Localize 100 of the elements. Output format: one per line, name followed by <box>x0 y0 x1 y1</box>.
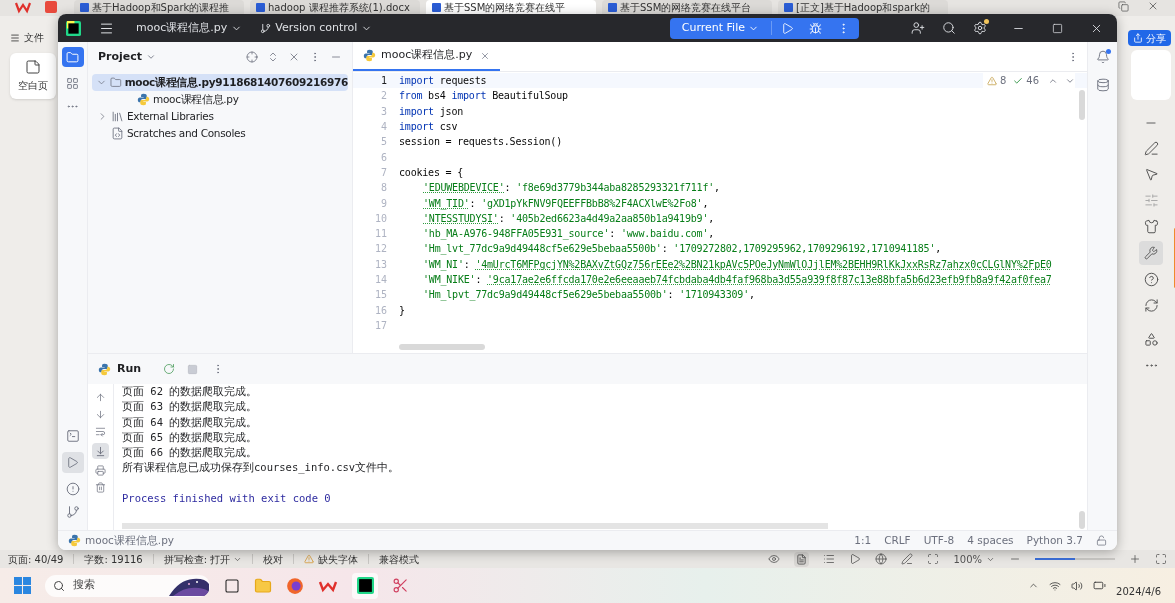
scrollbar[interactable] <box>122 523 828 529</box>
volume-icon[interactable] <box>1071 579 1084 592</box>
soft-wrap-icon[interactable] <box>95 426 106 437</box>
python-icon <box>98 362 111 376</box>
version-control-menu[interactable]: Version control <box>260 19 373 37</box>
share-button[interactable]: 分享 <box>1127 30 1171 46</box>
editor-tab[interactable]: mooc课程信息.py <box>353 42 501 71</box>
git-icon[interactable] <box>65 505 80 519</box>
globe-icon[interactable] <box>875 553 888 565</box>
notifications-icon[interactable] <box>1095 50 1110 64</box>
add-user-icon[interactable] <box>911 21 925 35</box>
debug-icon[interactable] <box>809 21 822 35</box>
task-view-icon[interactable] <box>224 577 240 594</box>
fullscreen-icon[interactable] <box>1155 553 1167 565</box>
sync-icon[interactable] <box>1143 298 1159 313</box>
run-tool-button[interactable] <box>61 452 84 473</box>
pen-icon[interactable] <box>1143 141 1159 156</box>
expand-all-icon[interactable] <box>267 51 279 63</box>
project-switcher[interactable]: mooc课程信息.py <box>136 19 243 37</box>
structure-icon[interactable] <box>66 77 79 90</box>
word-doc-icon <box>608 2 617 12</box>
line-number: 13 <box>373 257 388 272</box>
snipping-tool-icon[interactable] <box>392 577 409 594</box>
run-icon[interactable] <box>781 21 794 35</box>
breadcrumb[interactable]: mooc课程信息.py <box>85 532 175 549</box>
problems-icon[interactable] <box>65 482 80 496</box>
tree-item[interactable]: mooc课程信息.py9118681407609216976 <box>92 74 348 91</box>
status-item[interactable]: CRLF <box>884 532 911 549</box>
line-number: 11 <box>373 227 388 242</box>
document-tab[interactable]: [正文]基于Hadoop和spark的 <box>778 0 948 14</box>
windows-start-icon[interactable] <box>14 577 31 594</box>
scrollbar[interactable] <box>1079 511 1085 529</box>
tree-item[interactable]: Scratches and Consoles <box>92 125 348 142</box>
ide-logo-icon[interactable] <box>66 20 81 36</box>
collapse-all-icon[interactable] <box>288 51 300 63</box>
status-item[interactable]: UTF-8 <box>923 532 955 549</box>
document-tab[interactable]: 基于SSM的网络竞赛在线平 <box>426 0 596 14</box>
run-tab[interactable]: Run <box>117 360 142 378</box>
blank-page-button[interactable]: 空白页 <box>10 53 56 99</box>
status-item[interactable]: 4 spaces <box>967 532 1014 549</box>
status-text[interactable]: 拼写检查: 打开 <box>163 551 231 567</box>
tools-button[interactable] <box>1139 241 1163 265</box>
word-doc-icon <box>784 2 793 12</box>
scrollbar[interactable] <box>1079 90 1085 120</box>
sliders-icon[interactable] <box>1143 193 1159 208</box>
file-explorer-icon[interactable] <box>254 576 272 595</box>
pdf-icon[interactable] <box>44 0 58 14</box>
status-item[interactable]: 1:1 <box>854 532 872 549</box>
page-view-button[interactable] <box>794 551 810 567</box>
rerun-icon[interactable] <box>163 363 176 375</box>
line-number: 14 <box>373 273 388 287</box>
scrollbar[interactable] <box>399 344 485 350</box>
down-icon[interactable] <box>95 409 106 420</box>
tray-date[interactable]: 2024/4/6 <box>1116 572 1161 599</box>
pen-icon[interactable] <box>901 553 914 565</box>
document-tab[interactable]: 基于Hadoop和Spark的课程推 <box>74 0 244 14</box>
database-icon[interactable] <box>1095 78 1110 92</box>
document-tab[interactable]: 基于SSM的网络竞赛在线平台 <box>602 0 772 14</box>
status-item[interactable]: Python 3.7 <box>1026 532 1083 549</box>
wifi-icon[interactable] <box>1049 579 1062 592</box>
battery-icon[interactable] <box>1093 579 1107 592</box>
search-field[interactable]: 搜索 <box>45 574 210 597</box>
restore-icon[interactable] <box>1118 0 1129 12</box>
menu-icon[interactable] <box>99 20 114 36</box>
chevron-icon <box>146 52 157 62</box>
tree-item[interactable]: mooc课程信息.py <box>92 91 348 108</box>
lock-icon[interactable] <box>1096 535 1107 546</box>
locate-icon[interactable] <box>246 51 258 63</box>
outline-icon[interactable] <box>823 553 836 565</box>
taskbar-button[interactable] <box>352 572 378 599</box>
maximize-icon[interactable] <box>1052 22 1063 34</box>
terminal-icon[interactable] <box>65 429 80 443</box>
line-number: 2 <box>379 89 388 104</box>
status-text: 缺失字体 <box>318 552 359 567</box>
tool-window-title[interactable]: Project <box>98 48 157 66</box>
document-tab[interactable]: hadoop 课程推荐系统(1).docx <box>250 0 420 14</box>
print-icon[interactable] <box>95 465 106 476</box>
play-icon[interactable] <box>849 553 862 565</box>
zoom-in-icon[interactable] <box>1129 553 1141 565</box>
scroll-to-end-button[interactable] <box>92 443 109 459</box>
trash-icon[interactable] <box>95 482 106 493</box>
cursor-icon[interactable] <box>1143 167 1159 182</box>
search-icon[interactable] <box>942 21 956 35</box>
style-icon[interactable] <box>1143 219 1159 234</box>
file-menu[interactable]: 文件 <box>10 30 44 45</box>
code-line: session = requests.Session() <box>399 135 562 150</box>
run-config-menu[interactable]: Current File <box>669 19 771 37</box>
help-icon[interactable] <box>1143 272 1159 287</box>
zoom-menu[interactable]: 100% <box>953 551 995 567</box>
project-tool-button[interactable] <box>61 47 84 67</box>
settings-icon[interactable] <box>973 21 987 35</box>
fit-icon[interactable] <box>927 553 940 565</box>
browser-icon[interactable] <box>286 576 304 595</box>
up-icon[interactable] <box>95 392 106 403</box>
shapes-icon[interactable] <box>1143 332 1159 347</box>
line-number: 12 <box>373 242 388 257</box>
tree-item[interactable]: External Libraries <box>92 108 348 125</box>
inspection-widget[interactable]: 8 46 <box>982 73 1075 88</box>
close-tab-icon[interactable] <box>480 50 491 61</box>
eye-icon[interactable] <box>768 553 781 565</box>
